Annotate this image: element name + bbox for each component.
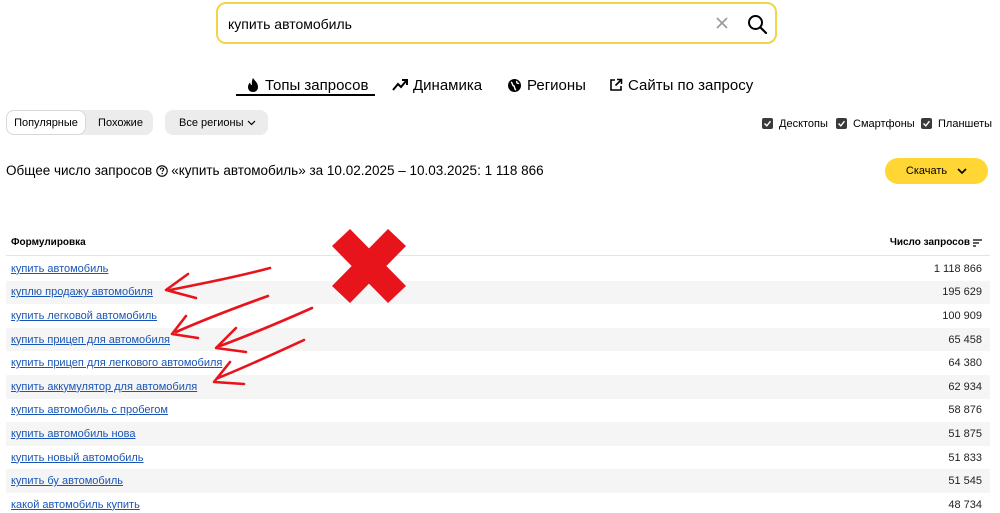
query-count: 1 118 866 xyxy=(933,262,982,275)
device-desktops[interactable]: Десктопы xyxy=(762,117,828,130)
query-count: 58 876 xyxy=(948,404,982,417)
summary-text: «купить автомобиль» за 10.02.2025 – 10.0… xyxy=(171,163,544,178)
query-link[interactable]: купить прицеп для автомобиля xyxy=(11,334,170,346)
query-link[interactable]: купить аккумулятор для автомобиля xyxy=(11,381,197,393)
tab-top-queries[interactable]: Топы запросов xyxy=(246,74,368,96)
tab-dynamics[interactable]: Динамика xyxy=(392,74,482,96)
table-row: купить прицеп для автомобиля 65 458 xyxy=(6,327,990,352)
query-link[interactable]: какой автомобиль купить xyxy=(11,499,140,511)
summary-prefix: Общее число запросов xyxy=(6,163,153,178)
query-link[interactable]: купить автомобиль xyxy=(11,263,108,275)
query-link[interactable]: куплю продажу автомобиля xyxy=(11,286,153,298)
device-label: Смартфоны xyxy=(853,117,915,130)
download-label: Скачать xyxy=(905,165,948,177)
device-tablets[interactable]: Планшеты xyxy=(921,117,992,130)
query-count: 65 458 xyxy=(948,333,982,346)
column-count-label: Число запросов xyxy=(889,237,970,248)
tab-label: Сайты по запросу xyxy=(628,76,754,94)
tab-label: Топы запросов xyxy=(265,76,369,94)
queries-table: купить автомобиль 1 118 866 куплю продажу … xyxy=(6,257,990,513)
checkbox-checked-icon[interactable] xyxy=(836,118,847,129)
query-count: 51 833 xyxy=(948,451,982,464)
checkbox-checked-icon[interactable] xyxy=(921,118,932,129)
globe-icon xyxy=(508,78,521,92)
tab-label: Регионы xyxy=(527,76,586,94)
chevron-down-icon xyxy=(957,168,967,174)
tab-label: Динамика xyxy=(413,76,483,94)
checkbox-checked-icon[interactable] xyxy=(762,118,773,129)
trend-icon xyxy=(392,79,408,91)
active-tab-indicator xyxy=(236,94,375,96)
device-label: Планшеты xyxy=(938,117,993,130)
table-row: купить прицеп для легкового автомобиля 64… xyxy=(6,351,990,375)
query-link[interactable]: купить бу автомобиль xyxy=(11,475,123,487)
query-count: 195 629 xyxy=(942,286,982,299)
regions-label: Все регионы xyxy=(179,116,244,129)
query-count: 51 875 xyxy=(948,427,982,440)
table-header: Формулировка Число запросов xyxy=(6,236,990,256)
query-count: 51 545 xyxy=(948,475,982,488)
tabs: Топы запросов Динамика Регионы Сайты по … xyxy=(0,74,1000,96)
similar-button[interactable]: Похожие xyxy=(88,110,153,135)
query-link[interactable]: купить прицеп для легкового автомобиля xyxy=(11,357,222,369)
search-input[interactable] xyxy=(228,14,698,34)
column-phrase-header: Формулировка xyxy=(11,237,86,248)
close-icon[interactable] xyxy=(714,15,730,31)
table-row: купить автомобиль 1 118 866 xyxy=(6,257,990,281)
query-link[interactable]: купить легковой автомобиль xyxy=(11,310,157,322)
search-icon[interactable] xyxy=(746,13,768,35)
sort-icon xyxy=(973,238,982,247)
device-smartphones[interactable]: Смартфоны xyxy=(836,117,915,130)
table-row: какой автомобиль купить 48 734 xyxy=(6,493,990,513)
query-count: 48 734 xyxy=(948,498,982,511)
download-button[interactable]: Скачать xyxy=(885,158,988,184)
table-row: купить легковой автомобиль 100 909 xyxy=(6,304,990,328)
table-row: куплю продажу автомобиля 195 629 xyxy=(6,280,990,305)
table-row: купить автомобиль нова 51 875 xyxy=(6,422,990,446)
query-link[interactable]: купить автомобиль с пробегом xyxy=(11,404,168,416)
table-row: купить новый автомобиль 51 833 xyxy=(6,446,990,470)
popular-button[interactable]: Популярные xyxy=(6,110,86,135)
total-queries-summary: Общее число запросов «купить автомобиль»… xyxy=(6,163,544,178)
query-count: 64 380 xyxy=(948,357,982,370)
help-icon[interactable] xyxy=(156,164,168,177)
popular-similar-switch: Популярные Похожие xyxy=(6,110,153,135)
query-link[interactable]: купить новый автомобиль xyxy=(11,452,144,464)
external-link-icon xyxy=(610,78,623,91)
device-label: Десктопы xyxy=(779,117,828,130)
table-row: купить аккумулятор для автомобиля 62 934 xyxy=(6,374,990,399)
chevron-down-icon xyxy=(247,120,255,125)
regions-dropdown[interactable]: Все регионы xyxy=(165,110,268,135)
table-row: купить бу автомобиль 51 545 xyxy=(6,469,990,493)
query-link[interactable]: купить автомобиль нова xyxy=(11,428,135,440)
tab-sites[interactable]: Сайты по запросу xyxy=(609,74,753,96)
query-count: 62 934 xyxy=(948,380,982,393)
fire-icon xyxy=(248,78,258,92)
column-count-header[interactable]: Число запросов xyxy=(890,237,982,248)
tab-regions[interactable]: Регионы xyxy=(507,74,586,96)
search-box[interactable] xyxy=(216,2,777,44)
query-count: 100 909 xyxy=(942,309,982,322)
table-row: купить автомобиль с пробегом 58 876 xyxy=(6,399,990,423)
